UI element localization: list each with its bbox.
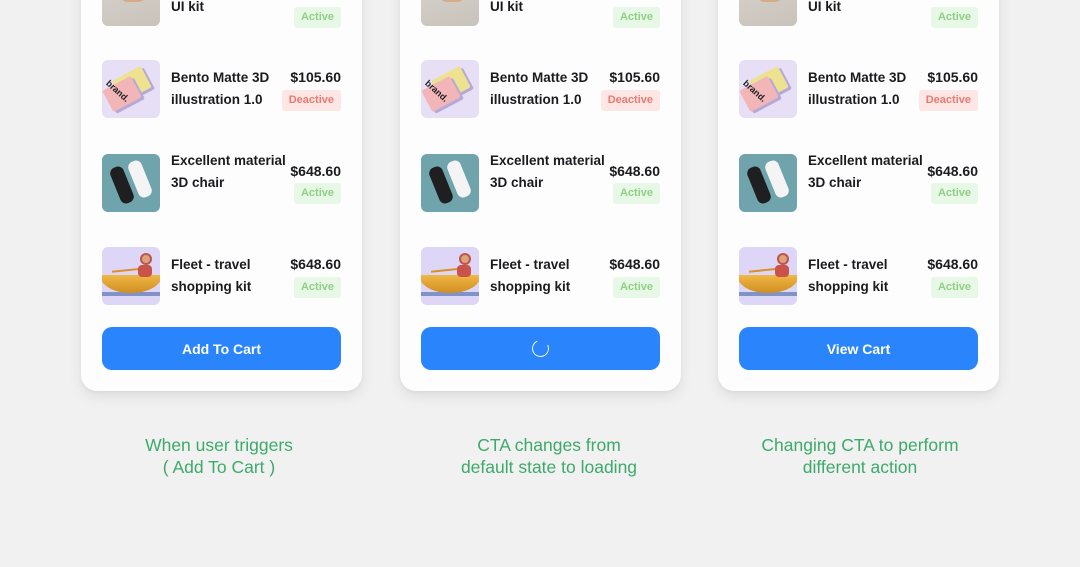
cart-card-view-cart: UI kit Active brand. Bento Matte 3D illu… [718, 0, 999, 391]
product-item[interactable]: Excellent material 3D chair $648.60 Acti… [102, 153, 341, 212]
product-price: $105.60 [290, 69, 341, 85]
product-name: Bento Matte 3D illustration 1.0 [171, 70, 270, 107]
caption-line: Changing CTA to perform [761, 435, 959, 455]
product-thumbnail-kayak [421, 247, 479, 305]
product-name: Bento Matte 3D illustration 1.0 [808, 70, 907, 107]
status-badge: Active [293, 183, 341, 204]
product-name: Excellent material 3D chair [490, 153, 605, 190]
product-price: $648.60 [927, 256, 978, 272]
product-thumbnail-brand: brand. [739, 60, 797, 118]
caption-line: CTA changes from [477, 435, 621, 455]
loading-spinner-icon [529, 337, 552, 360]
product-thumbnail-bottles [739, 154, 797, 212]
product-item[interactable]: Fleet - travel shopping kit $648.60 Acti… [739, 247, 978, 305]
product-price: $105.60 [609, 69, 660, 85]
product-name: Fleet - travel shopping kit [490, 257, 571, 294]
status-badge: Deactive [918, 90, 978, 111]
caption-default-state: When user triggers ( Add To Cart ) [69, 435, 369, 478]
cart-card-default: UI kit Active brand. Bento Matte 3D illu… [81, 0, 362, 391]
product-thumbnail-ui-kit [739, 0, 797, 26]
loading-cta-button[interactable] [421, 327, 660, 370]
status-badge: Active [612, 183, 660, 204]
product-thumbnail-ui-kit [102, 0, 160, 26]
product-item[interactable]: brand. Bento Matte 3D illustration 1.0 $… [102, 60, 341, 118]
status-badge: Deactive [281, 90, 341, 111]
product-thumbnail-kayak [739, 247, 797, 305]
cart-card-loading: UI kit Active brand. Bento Matte 3D illu… [400, 0, 681, 391]
status-badge: Active [930, 7, 978, 28]
product-item[interactable]: Fleet - travel shopping kit $648.60 Acti… [102, 247, 341, 305]
caption-line: default state to loading [460, 456, 638, 477]
product-price: $648.60 [290, 163, 341, 179]
product-item[interactable]: Excellent material 3D chair $648.60 Acti… [739, 153, 978, 212]
product-name: Excellent material 3D chair [171, 153, 286, 190]
product-thumbnail-bottles [421, 154, 479, 212]
product-price: $648.60 [290, 256, 341, 272]
caption-loading-state: CTA changes from default state to loadin… [399, 435, 699, 478]
product-item[interactable]: Excellent material 3D chair $648.60 Acti… [421, 153, 660, 212]
product-thumbnail-bottles [102, 154, 160, 212]
product-name: UI kit [171, 0, 205, 14]
caption-line: When user triggers [145, 435, 293, 455]
status-badge: Active [293, 7, 341, 28]
product-price: $105.60 [927, 69, 978, 85]
product-thumbnail-kayak [102, 247, 160, 305]
status-badge: Active [930, 183, 978, 204]
status-badge: Active [293, 277, 341, 298]
product-name: UI kit [490, 0, 524, 14]
product-item[interactable]: UI kit Active [421, 0, 660, 28]
product-name: UI kit [808, 0, 842, 14]
product-item[interactable]: Fleet - travel shopping kit $648.60 Acti… [421, 247, 660, 305]
product-name: Bento Matte 3D illustration 1.0 [490, 70, 589, 107]
caption-changed-state: Changing CTA to perform different action [710, 435, 1010, 478]
product-thumbnail-brand: brand. [421, 60, 479, 118]
status-badge: Deactive [600, 90, 660, 111]
product-name: Excellent material 3D chair [808, 153, 923, 190]
product-item[interactable]: brand. Bento Matte 3D illustration 1.0 $… [421, 60, 660, 118]
product-thumbnail-brand: brand. [102, 60, 160, 118]
product-thumbnail-ui-kit [421, 0, 479, 26]
product-item[interactable]: UI kit Active [739, 0, 978, 28]
product-price: $648.60 [609, 256, 660, 272]
status-badge: Active [612, 277, 660, 298]
product-item[interactable]: brand. Bento Matte 3D illustration 1.0 $… [739, 60, 978, 118]
status-badge: Active [930, 277, 978, 298]
status-badge: Active [612, 7, 660, 28]
product-name: Fleet - travel shopping kit [808, 257, 889, 294]
product-name: Fleet - travel shopping kit [171, 257, 252, 294]
cta-states-showcase: UI kit Active brand. Bento Matte 3D illu… [0, 0, 1080, 567]
product-price: $648.60 [609, 163, 660, 179]
caption-line: ( Add To Cart ) [162, 456, 276, 477]
caption-line: different action [802, 456, 918, 477]
add-to-cart-button[interactable]: Add To Cart [102, 327, 341, 370]
product-item[interactable]: UI kit Active [102, 0, 341, 28]
view-cart-button[interactable]: View Cart [739, 327, 978, 370]
product-price: $648.60 [927, 163, 978, 179]
